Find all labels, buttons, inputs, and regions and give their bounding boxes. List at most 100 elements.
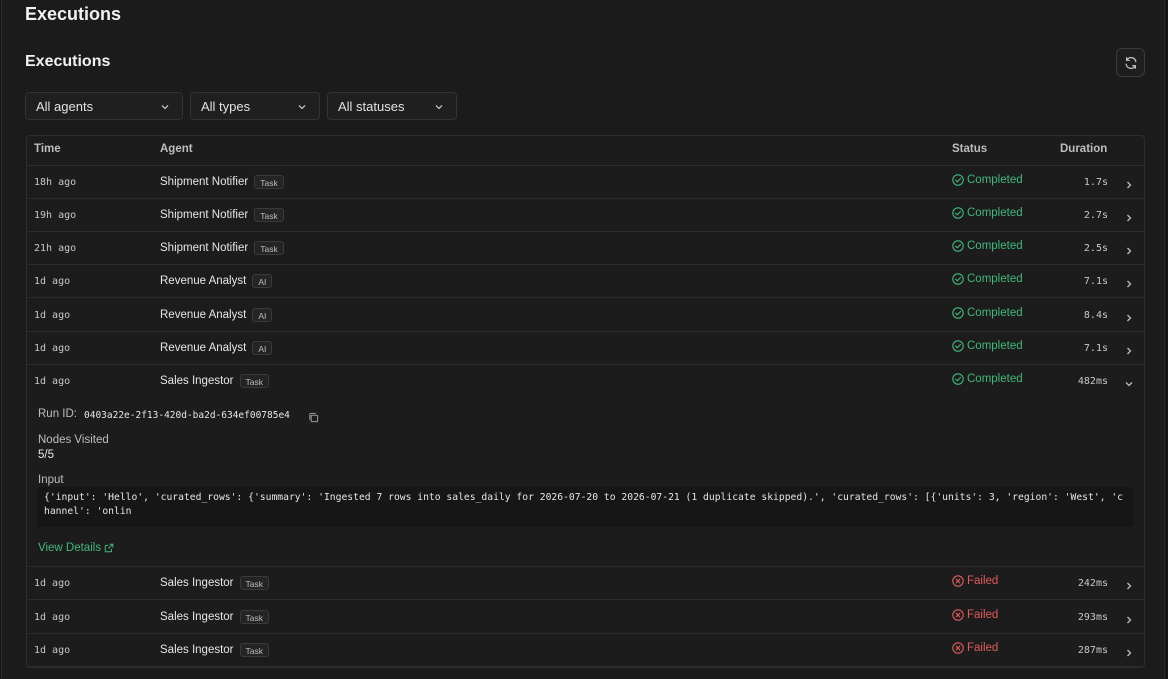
check-circle-icon (952, 240, 964, 252)
row-time: 19h ago (34, 210, 77, 221)
check-circle-icon (952, 373, 964, 385)
chevron-right-icon (1127, 649, 1132, 657)
executions-page: Executions Executions All agents All typ… (1, 0, 1165, 679)
row-agent-name: Revenue Analyst (160, 342, 247, 354)
chevron-down-icon (161, 105, 169, 110)
row-expand-toggle[interactable] (1124, 210, 1134, 228)
row-expand-toggle[interactable] (1124, 612, 1134, 630)
agent-type-badge: Task (239, 643, 269, 657)
view-details-link[interactable]: View Details (38, 542, 114, 554)
status-badge: Completed (952, 307, 1023, 319)
table-row[interactable]: 1d ago Revenue Analyst AI Completed 7.1s (27, 332, 1144, 365)
type-filter-select[interactable]: All types (190, 92, 320, 120)
copy-icon[interactable] (308, 410, 319, 428)
agent-filter-select[interactable]: All agents (25, 92, 183, 120)
row-expand-toggle[interactable] (1124, 177, 1134, 195)
row-agent: Shipment Notifier Task (160, 208, 284, 222)
agent-type-badge: Task (254, 241, 284, 255)
table-row[interactable]: 19h ago Shipment Notifier Task Completed 2.7… (27, 199, 1144, 232)
type-filter-value: All types (201, 98, 251, 114)
column-header-status: Status (952, 143, 988, 155)
row-time: 1d ago (34, 612, 71, 623)
row-expand-toggle[interactable] (1124, 243, 1134, 261)
table-row[interactable]: 1d ago Sales Ingestor Task Completed 482ms (27, 365, 1144, 398)
refresh-button[interactable] (1116, 48, 1145, 77)
x-circle-icon (952, 642, 964, 654)
agent-type-badge: Task (239, 374, 269, 388)
row-expand-toggle[interactable] (1124, 578, 1134, 596)
row-agent-name: Sales Ingestor (160, 375, 234, 387)
row-agent-name: Shipment Notifier (160, 176, 249, 188)
row-status-text: Completed (967, 307, 1023, 319)
nodes-visited-value: 5/5 (38, 449, 54, 461)
status-badge: Completed (952, 373, 1023, 385)
row-agent-name: Shipment Notifier (160, 242, 249, 254)
status-badge: Completed (952, 207, 1023, 219)
table-row[interactable]: 21h ago Shipment Notifier Task Completed 2.5… (27, 232, 1144, 265)
agent-filter-value: All agents (36, 98, 94, 114)
row-status-text: Failed (967, 642, 999, 654)
row-agent: Sales Ingestor Task (160, 374, 269, 388)
chevron-right-icon (1127, 214, 1132, 222)
table-row[interactable]: 1d ago Revenue Analyst AI Completed 8.4s (27, 299, 1144, 332)
row-duration: 293ms (1077, 612, 1108, 623)
row-status-text: Completed (967, 340, 1023, 352)
row-expand-toggle[interactable] (1124, 276, 1134, 294)
agent-type-badge: AI (252, 341, 273, 355)
chevron-right-icon (1127, 314, 1132, 322)
row-expand-toggle[interactable] (1124, 376, 1134, 394)
x-circle-icon (952, 575, 964, 587)
row-time: 1d ago (34, 310, 71, 321)
status-filter-select[interactable]: All statuses (327, 92, 457, 120)
column-header-duration: Duration (1060, 143, 1108, 155)
agent-type-badge: AI (252, 308, 273, 322)
chevron-right-icon (1127, 616, 1132, 624)
table-row[interactable]: 1d ago Sales Ingestor Task Failed 293ms (27, 601, 1144, 634)
agent-type-badge: Task (239, 576, 269, 590)
chevron-down-icon (1125, 382, 1133, 387)
chevron-right-icon (1127, 582, 1132, 590)
row-agent: Revenue Analyst AI (160, 274, 273, 288)
row-duration: 7.1s (1083, 343, 1108, 354)
row-agent: Sales Ingestor Task (160, 576, 269, 590)
table-row[interactable]: 1d ago Sales Ingestor Task Failed 287ms (27, 634, 1144, 667)
x-circle-icon (952, 609, 964, 621)
status-badge: Completed (952, 240, 1023, 252)
agent-type-badge: Task (254, 175, 284, 189)
refresh-icon (1125, 56, 1136, 69)
column-header-time: Time (34, 143, 61, 155)
row-duration: 2.5s (1083, 243, 1108, 254)
row-agent-name: Sales Ingestor (160, 577, 234, 589)
row-duration: 8.4s (1083, 310, 1108, 321)
table-row[interactable]: 18h ago Shipment Notifier Task Completed 1.7… (27, 166, 1144, 199)
check-circle-icon (952, 340, 964, 352)
row-duration: 7.1s (1083, 276, 1108, 287)
row-status-text: Completed (967, 373, 1023, 385)
row-time: 21h ago (34, 243, 77, 254)
nodes-visited-label: Nodes Visited (38, 434, 109, 446)
table-header: Time Agent Status Duration (27, 136, 1144, 166)
chevron-down-icon (435, 105, 443, 110)
row-duration: 482ms (1077, 376, 1108, 387)
row-agent-name: Revenue Analyst (160, 275, 247, 287)
row-duration: 2.7s (1083, 210, 1108, 221)
status-badge: Completed (952, 273, 1023, 285)
table-row[interactable]: 1d ago Revenue Analyst AI Completed 7.1s (27, 265, 1144, 298)
external-link-icon (104, 543, 114, 553)
row-agent-name: Sales Ingestor (160, 611, 234, 623)
check-circle-icon (952, 273, 964, 285)
status-badge: Failed (952, 609, 998, 621)
status-badge: Failed (952, 575, 998, 587)
check-circle-icon (952, 207, 964, 219)
row-expand-toggle[interactable] (1124, 343, 1134, 361)
row-expand-toggle[interactable] (1124, 645, 1134, 663)
table-row[interactable]: 1d ago Sales Ingestor Task Failed 242ms (27, 567, 1144, 600)
row-status-text: Completed (967, 174, 1023, 186)
row-agent: Shipment Notifier Task (160, 241, 284, 255)
chevron-right-icon (1127, 181, 1132, 189)
row-expand-toggle[interactable] (1124, 310, 1134, 328)
chevron-right-icon (1127, 280, 1132, 288)
chevron-down-icon (298, 105, 306, 110)
status-badge: Completed (952, 340, 1023, 352)
row-agent: Revenue Analyst AI (160, 341, 273, 355)
